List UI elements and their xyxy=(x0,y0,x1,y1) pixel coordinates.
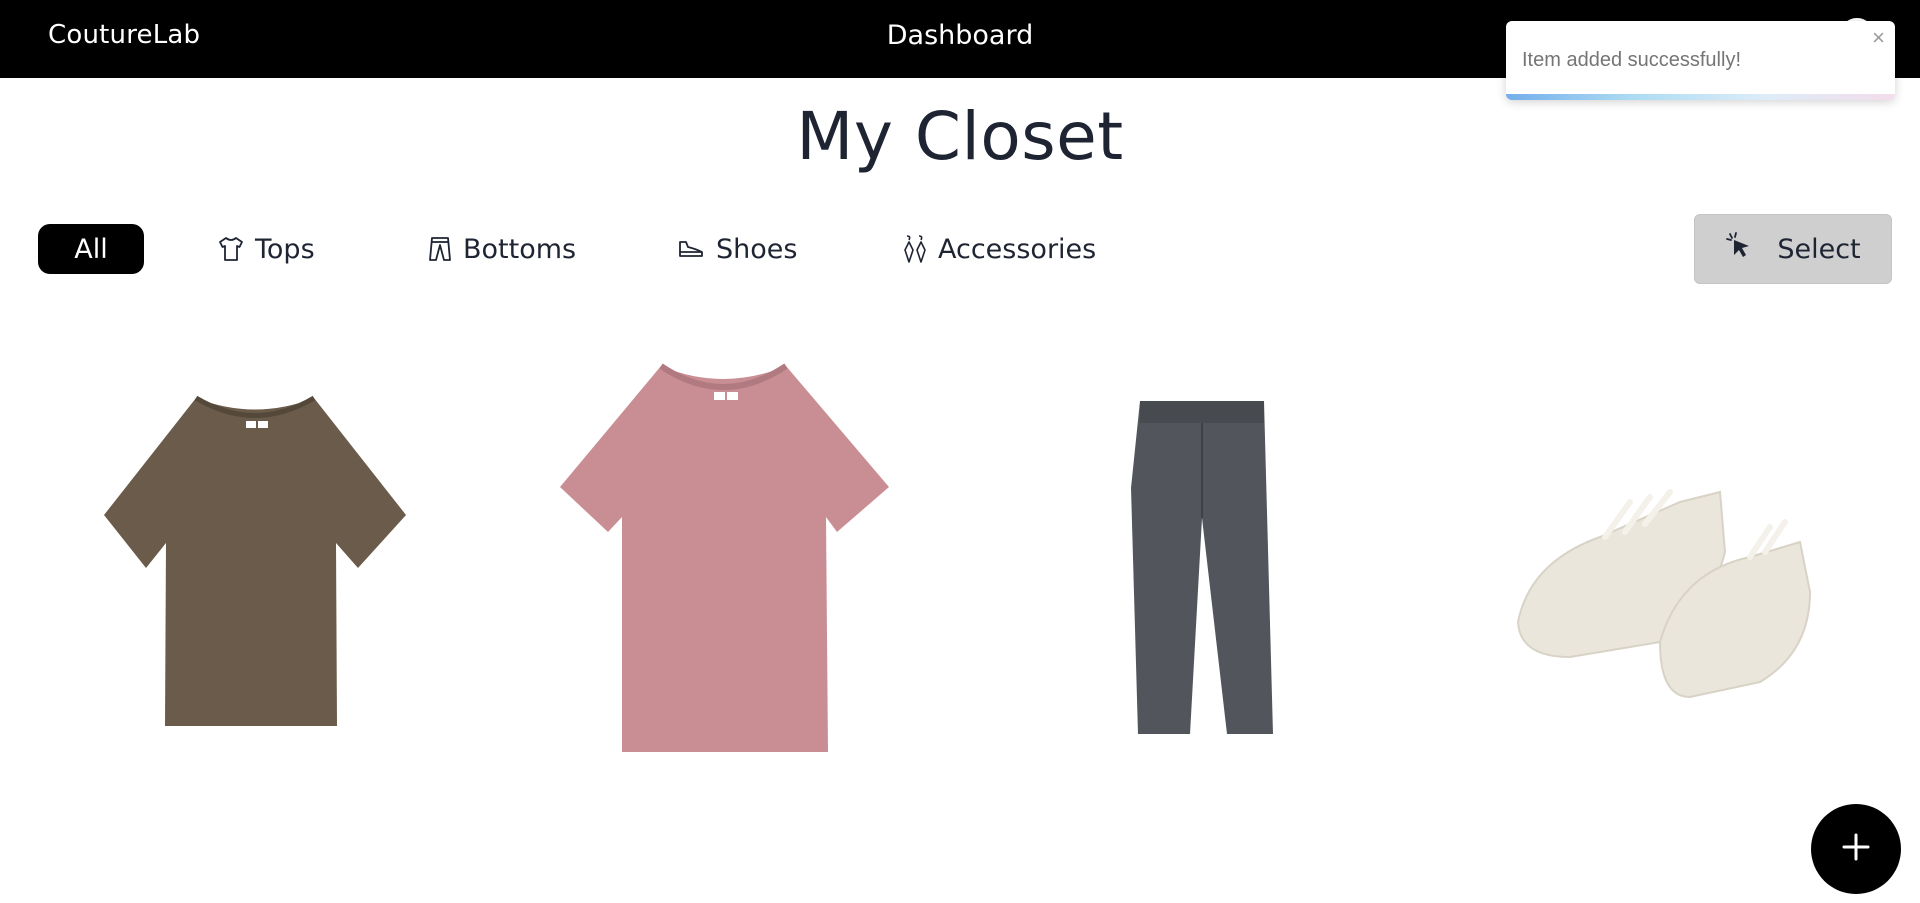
closet-item-cream-sneakers[interactable] xyxy=(1510,442,1820,702)
filter-all[interactable]: All xyxy=(38,224,144,274)
filter-shoes[interactable]: Shoes xyxy=(676,224,797,274)
filter-accessories[interactable]: Accessories xyxy=(902,224,1096,274)
filter-tops[interactable]: Tops xyxy=(217,224,315,274)
pants-icon xyxy=(427,235,453,263)
select-button[interactable]: Select xyxy=(1694,214,1892,284)
toast-progress-bar xyxy=(1506,94,1895,100)
shoe-icon xyxy=(676,235,706,263)
plus-icon xyxy=(1841,832,1871,866)
filter-all-label: All xyxy=(74,233,108,265)
closet-item-brown-tshirt[interactable] xyxy=(100,393,410,730)
nav-dashboard-link[interactable]: Dashboard xyxy=(887,20,1033,51)
closet-item-gray-trousers[interactable] xyxy=(1128,398,1274,739)
filter-shoes-label: Shoes xyxy=(716,233,798,265)
select-button-label: Select xyxy=(1777,233,1861,265)
page-title: My Closet xyxy=(796,98,1124,175)
add-item-button[interactable] xyxy=(1811,804,1901,894)
toast-close-icon[interactable]: × xyxy=(1872,27,1885,49)
cursor-click-icon xyxy=(1725,231,1755,268)
filter-bottoms-label: Bottoms xyxy=(463,233,577,265)
closet-item-pink-tshirt[interactable] xyxy=(556,362,891,756)
toast-notification: Item added successfully! × xyxy=(1506,21,1895,100)
filter-tops-label: Tops xyxy=(255,233,315,265)
filter-bottoms[interactable]: Bottoms xyxy=(427,224,576,274)
filter-accessories-label: Accessories xyxy=(938,233,1097,265)
toast-message: Item added successfully! xyxy=(1522,49,1741,71)
tshirt-icon xyxy=(217,235,245,263)
earrings-icon xyxy=(902,234,928,264)
